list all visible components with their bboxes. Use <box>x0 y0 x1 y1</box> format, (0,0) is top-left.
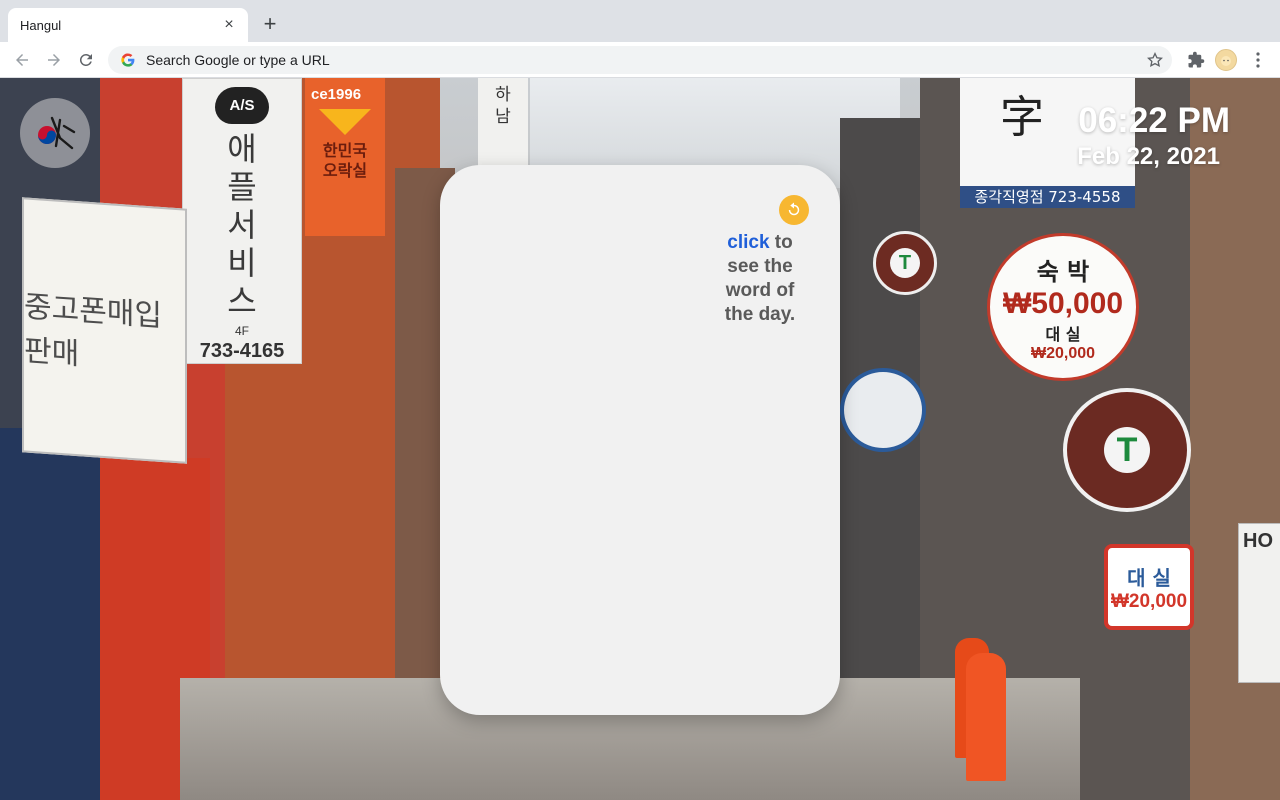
coffee-sign: T <box>1063 388 1191 512</box>
prompt-text: to <box>774 232 793 253</box>
reload-icon <box>79 53 92 66</box>
google-g-icon <box>121 53 135 67</box>
arrow-shape <box>319 109 371 135</box>
click-link[interactable]: click <box>727 232 769 253</box>
arcade-sign: ce1996 한민국 오락실 <box>305 78 385 236</box>
sign-char: 서 <box>227 206 257 244</box>
back-button[interactable] <box>8 46 36 74</box>
clock-time: 06:22 PM <box>1078 101 1230 140</box>
word-of-day-card[interactable]: click to see the word of the day. <box>440 165 840 715</box>
sign-char: 하 <box>495 85 511 105</box>
coffee-sign-small: T <box>873 231 937 295</box>
sign-char: 남 <box>495 107 511 127</box>
sign-price: ₩20,000 <box>1030 344 1096 362</box>
browser-toolbar: Search Google or type a URL <box>0 42 1280 78</box>
avatar[interactable] <box>1215 49 1237 71</box>
forward-icon <box>48 54 60 66</box>
back-icon <box>16 54 28 66</box>
tab-title: Hangul <box>20 17 62 33</box>
menu-dots-icon <box>1256 52 1260 68</box>
hotel-price-sign: 숙 박 ₩50,000 대 실 ₩20,000 <box>987 233 1139 381</box>
prompt-line-2: see the <box>727 256 793 277</box>
sign-phone: 종각직영점 723-4558 <box>974 188 1121 206</box>
refresh-icon <box>788 202 800 216</box>
puzzle-icon <box>1188 51 1205 68</box>
coffee-logo-icon: T <box>1104 427 1150 473</box>
sign-phone: 733-4165 <box>199 340 285 362</box>
apple-badge: A/S <box>215 87 269 124</box>
reload-button[interactable] <box>72 46 100 74</box>
sign-char: 애 <box>227 130 257 168</box>
building-right-brick <box>1190 78 1280 800</box>
sign-label: 대 실 <box>1045 324 1081 344</box>
profile-face-icon <box>1221 56 1231 66</box>
clock-widget: 06:22 PM Feb 22, 2021 <box>1077 100 1230 172</box>
blue-round-sign <box>840 368 926 452</box>
prompt-line-4: the day. <box>724 304 796 325</box>
sign-line: 한민국 <box>322 141 368 160</box>
blue-storefront <box>0 428 100 800</box>
address-placeholder: Search Google or type a URL <box>146 52 330 68</box>
traffic-cone <box>966 653 1006 781</box>
prompt-line-3: word of <box>725 280 795 301</box>
sign-price: ₩20,000 <box>1110 590 1188 612</box>
tab-hangul[interactable]: Hangul × <box>8 8 248 42</box>
hanam-sign: 하 남 <box>478 78 528 168</box>
clock-date: Feb 22, 2021 <box>1077 143 1220 170</box>
sign-char: 플 <box>227 168 257 206</box>
new-tab-button[interactable]: + <box>258 12 282 36</box>
sign-price: ₩50,000 <box>1002 286 1124 320</box>
word-of-day-prompt: click to see the word of the day. <box>690 231 830 327</box>
coffee-logo-icon: T <box>890 248 920 278</box>
refresh-button[interactable] <box>779 195 809 225</box>
prompt-line-1: click to <box>690 231 830 255</box>
sign-floor: 4F <box>234 324 249 338</box>
hangul-logo-icon <box>38 116 76 150</box>
star-icon[interactable] <box>1146 51 1164 69</box>
browser-menu-button[interactable] <box>1246 46 1270 74</box>
extensions-button[interactable] <box>1182 46 1210 74</box>
guesthouse-sign: HO <box>1238 523 1280 683</box>
sign-char: 스 <box>227 282 257 320</box>
forward-button[interactable] <box>40 46 68 74</box>
room-price-sign: 대 실 ₩20,000 <box>1104 544 1194 630</box>
tab-strip: Hangul × + <box>0 0 1280 42</box>
sign-line: 오락실 <box>322 161 368 180</box>
sign-label: 숙 박 <box>1036 257 1090 286</box>
sign-char: 비 <box>227 244 257 282</box>
phone-shop-sign: 중고폰매입판매 <box>22 197 187 464</box>
sign-year: ce1996 <box>311 86 362 103</box>
apple-service-sign: A/S 애 플 서 비 스 4F 733-4165 <box>182 78 302 364</box>
close-tab-icon[interactable]: × <box>220 16 238 34</box>
sign-label: 대 실 <box>1127 565 1171 590</box>
address-bar[interactable]: Search Google or type a URL <box>108 46 1172 74</box>
hangul-logo[interactable] <box>20 98 90 168</box>
